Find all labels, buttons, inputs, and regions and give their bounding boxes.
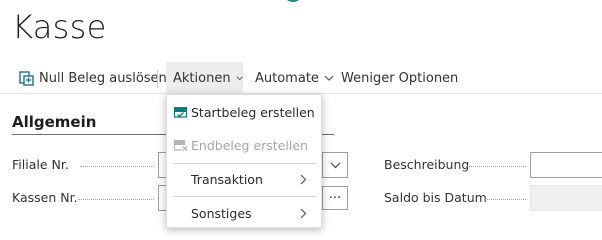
beschreibung-input[interactable]	[530, 152, 602, 178]
ellipsis-icon: ···	[328, 190, 342, 206]
startbeleg-label: Startbeleg erstellen	[191, 104, 315, 120]
weniger-optionen-label: Weniger Optionen	[341, 70, 459, 86]
transaktion-label: Transaktion	[191, 171, 263, 187]
filiale-dropdown-button[interactable]	[322, 152, 348, 178]
page-title: Kasse	[12, 8, 107, 46]
aktionen-dropdown-menu: Startbeleg erstellen Endbeleg erstellen …	[166, 94, 322, 228]
document-trigger-icon	[19, 70, 34, 86]
menu-item-endbeleg: Endbeleg erstellen	[167, 130, 323, 160]
menu-item-sonstiges[interactable]: Sonstiges	[167, 198, 323, 228]
null-beleg-button[interactable]: Null Beleg auslösen	[18, 62, 167, 94]
section-title-allgemein: Allgemein	[12, 113, 97, 131]
kassen-lookup-button[interactable]: ···	[322, 186, 348, 210]
startbeleg-icon	[173, 106, 188, 118]
automate-label: Automate	[255, 70, 319, 86]
saldo-label: Saldo bis Datum	[384, 190, 487, 205]
chevron-down-icon	[330, 162, 340, 168]
aktionen-menu-button[interactable]: Aktionen	[166, 62, 243, 94]
filiale-label: Filiale Nr.	[12, 157, 69, 172]
null-beleg-label: Null Beleg auslösen	[39, 70, 167, 86]
menu-item-transaktion[interactable]: Transaktion	[167, 164, 323, 194]
beschreibung-label: Beschreibung	[384, 157, 470, 172]
sonstiges-label: Sonstiges	[191, 205, 252, 221]
kassen-label: Kassen Nr.	[12, 190, 78, 205]
chevron-right-icon	[300, 174, 307, 184]
aktionen-label: Aktionen	[173, 70, 231, 86]
saldo-field	[530, 185, 602, 211]
weniger-optionen-button[interactable]: Weniger Optionen	[341, 62, 458, 94]
action-bar: Null Beleg auslösen Aktionen Automate We…	[0, 62, 602, 94]
endbeleg-label: Endbeleg erstellen	[191, 137, 308, 153]
beschreibung-leader-dots	[466, 166, 526, 167]
filiale-leader-dots	[80, 166, 154, 167]
partial-circle-icon	[287, 0, 299, 2]
kassen-leader-dots	[78, 199, 154, 200]
saldo-leader-dots	[484, 199, 526, 200]
menu-separator	[173, 196, 317, 197]
automate-menu-button[interactable]: Automate	[255, 62, 334, 94]
menu-item-startbeleg[interactable]: Startbeleg erstellen	[167, 97, 323, 127]
chevron-down-icon	[324, 75, 334, 81]
action-separator	[157, 70, 158, 88]
endbeleg-icon	[173, 139, 188, 151]
chevron-right-icon	[300, 208, 307, 218]
chevron-down-icon	[235, 75, 243, 80]
